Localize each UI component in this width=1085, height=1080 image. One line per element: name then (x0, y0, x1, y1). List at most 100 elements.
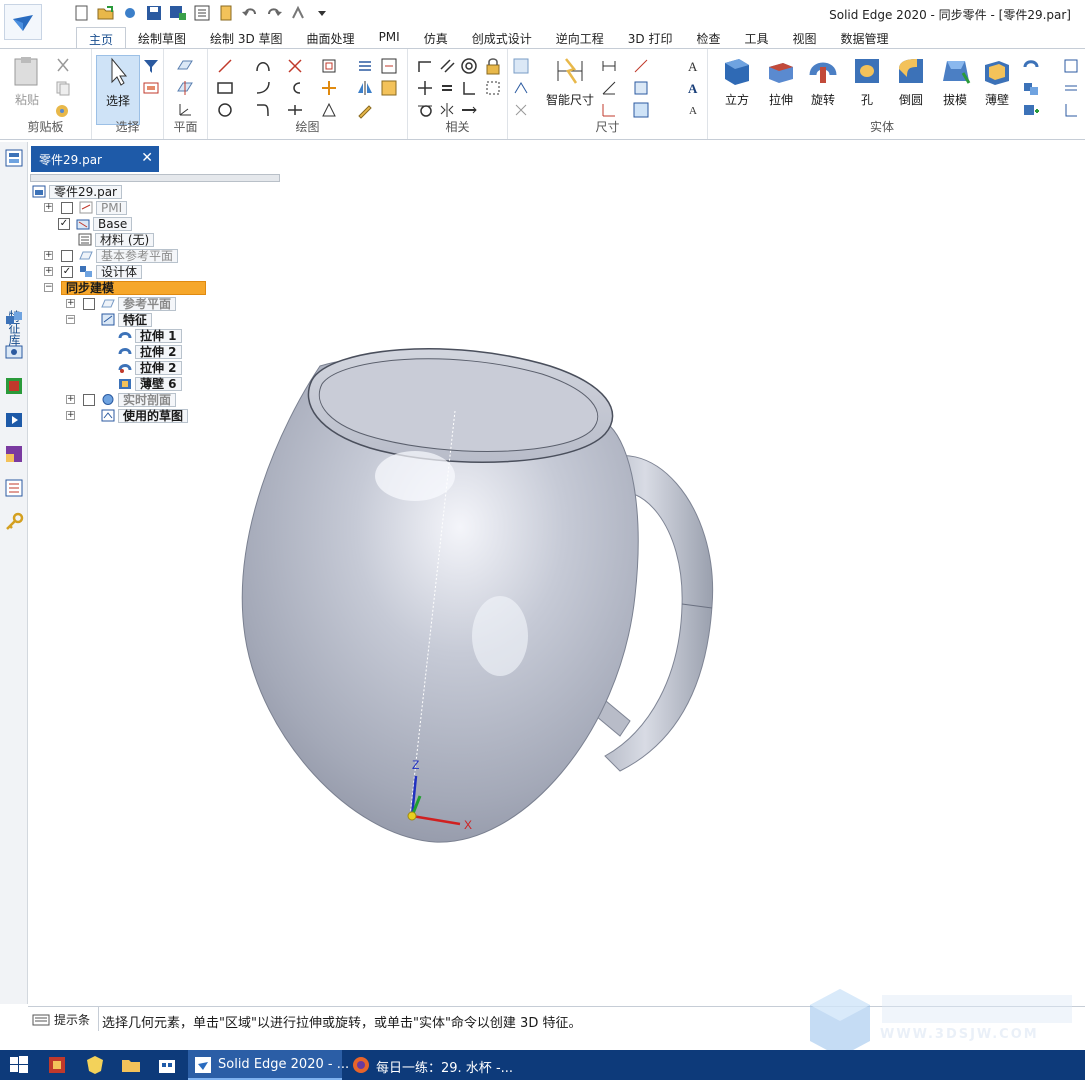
box-button[interactable]: 立方 (716, 55, 758, 108)
pmi-checkbox[interactable] (61, 201, 73, 214)
equal-icon[interactable] (438, 79, 456, 97)
tree-node-extrude1[interactable]: 拉伸 1 (118, 328, 182, 343)
tab-view[interactable]: 视图 (780, 27, 828, 49)
document-tab[interactable]: 零件29.par ✕ (31, 146, 159, 172)
tree-node-features[interactable]: − 特征 (66, 312, 153, 327)
add-body-icon[interactable] (1022, 101, 1040, 119)
save-icon[interactable] (144, 4, 164, 22)
tree-node-sync-modeling[interactable]: − 同步建模 (44, 280, 206, 295)
select-tools-icon[interactable] (142, 79, 160, 97)
redo-icon[interactable] (264, 4, 284, 22)
new-file-icon[interactable] (72, 4, 92, 22)
views-icon[interactable] (4, 444, 24, 464)
surface-extrude-icon[interactable] (1022, 57, 1040, 75)
properties-icon[interactable] (192, 4, 212, 22)
pathfinder-grip[interactable] (30, 174, 280, 182)
project-icon[interactable] (356, 57, 374, 75)
tab-pmi[interactable]: PMI (367, 27, 412, 49)
plane-normal-icon[interactable] (176, 79, 194, 97)
animation-icon[interactable] (4, 410, 24, 430)
pattern-icon[interactable] (1022, 79, 1040, 97)
rotate-icon[interactable] (320, 101, 338, 119)
move-icon[interactable] (320, 79, 338, 97)
copy-icon[interactable] (54, 79, 72, 97)
tab-tools[interactable]: 工具 (732, 27, 780, 49)
concentric-icon[interactable] (460, 57, 478, 75)
paste-special-icon[interactable] (54, 101, 72, 119)
coordinate-dimension-icon[interactable] (600, 101, 618, 119)
prompt-bar-toggle[interactable]: 提示条 (32, 1011, 90, 1028)
live-section-checkbox[interactable] (83, 393, 95, 406)
tree-root[interactable]: 零件29.par (32, 184, 122, 199)
expand-icon[interactable]: + (44, 203, 53, 212)
symmetric-icon[interactable] (438, 101, 456, 119)
horizontal-vertical-icon[interactable] (416, 79, 434, 97)
repeat-icon[interactable] (288, 4, 308, 22)
tree-node-shell6[interactable]: 薄壁 6 (118, 376, 182, 391)
windows-start-icon[interactable] (8, 1054, 30, 1076)
open-file-icon[interactable] (96, 4, 116, 22)
tab-home[interactable]: 主页 (76, 27, 127, 49)
attach-icon[interactable] (632, 101, 650, 119)
tangent-icon[interactable] (416, 101, 434, 119)
symmetric-diameter-icon[interactable] (632, 57, 650, 75)
distance-between-icon[interactable] (600, 57, 618, 75)
thicken-icon[interactable] (1062, 101, 1080, 119)
select-filter-icon[interactable] (142, 57, 160, 75)
undo-icon[interactable] (240, 4, 260, 22)
family-of-parts-icon[interactable] (4, 308, 24, 328)
tree-node-base[interactable]: ✓ Base (58, 216, 133, 231)
tab-surfacing[interactable]: 曲面处理 (295, 27, 367, 49)
dimension-prefs-icon[interactable] (512, 101, 530, 119)
relationship-assistant-icon[interactable] (512, 79, 530, 97)
tab-3d-print[interactable]: 3D 打印 (616, 27, 685, 49)
expand-icon[interactable]: + (66, 299, 75, 308)
coincident-plane-icon[interactable] (176, 57, 194, 75)
rectangle-icon[interactable] (216, 79, 234, 97)
sensors-icon[interactable] (4, 342, 24, 362)
tree-node-used-sketches[interactable]: + 使用的草图 (66, 408, 189, 423)
lock-icon[interactable] (484, 57, 502, 75)
tab-simulation[interactable]: 仿真 (412, 27, 460, 49)
expand-icon[interactable]: + (44, 251, 53, 260)
pencil-icon[interactable] (356, 101, 374, 119)
extend-icon[interactable] (286, 79, 304, 97)
construction-icon[interactable] (380, 79, 398, 97)
expand-icon[interactable]: + (66, 411, 75, 420)
taskbar-app-firefox[interactable]: 每日一练：29. 水杯 -... (346, 1050, 513, 1080)
text-bold-icon[interactable]: A (686, 79, 704, 97)
customize-dropdown-icon[interactable] (312, 4, 332, 22)
tree-node-live-section[interactable]: + 实时剖面 (66, 392, 177, 407)
connect-icon[interactable] (416, 57, 434, 75)
expand-icon[interactable]: + (44, 267, 53, 276)
offset-icon[interactable] (320, 57, 338, 75)
mirror-icon[interactable] (356, 79, 374, 97)
select-button[interactable]: 选择 (96, 55, 140, 125)
collinear-icon[interactable] (460, 101, 478, 119)
trim-icon[interactable] (286, 57, 304, 75)
manage-icon[interactable] (216, 4, 236, 22)
sheet-metal-icon[interactable] (1062, 57, 1080, 75)
file-explorer-icon[interactable] (120, 1054, 142, 1076)
save-all-icon[interactable] (168, 4, 188, 22)
arc-icon[interactable] (254, 57, 272, 75)
properties-panel-icon[interactable] (4, 478, 24, 498)
hole-button[interactable]: 孔 (846, 55, 888, 108)
tree-node-design-body[interactable]: + ✓ 设计体 (44, 264, 143, 279)
text-small-icon[interactable]: A (686, 101, 704, 119)
fillet-icon[interactable] (254, 101, 272, 119)
store-icon[interactable] (156, 1054, 178, 1076)
tab-reverse-engineering[interactable]: 逆向工程 (544, 27, 616, 49)
thin-wall-button[interactable]: 薄壁 (976, 55, 1018, 108)
cut-icon[interactable] (54, 57, 72, 75)
text-icon[interactable]: A (686, 57, 704, 75)
design-body-checkbox[interactable]: ✓ (61, 265, 73, 278)
collapse-icon[interactable]: − (44, 283, 53, 292)
pathfinder-icon[interactable] (4, 148, 24, 168)
line-icon[interactable] (216, 57, 234, 75)
revolve-button[interactable]: 旋转 (802, 55, 844, 108)
tab-data-management[interactable]: 数据管理 (829, 27, 901, 49)
angle-dimension-icon[interactable] (600, 79, 618, 97)
tree-node-base-ref-planes[interactable]: + 基本参考平面 (44, 248, 179, 263)
ref-planes-checkbox[interactable] (83, 297, 95, 310)
